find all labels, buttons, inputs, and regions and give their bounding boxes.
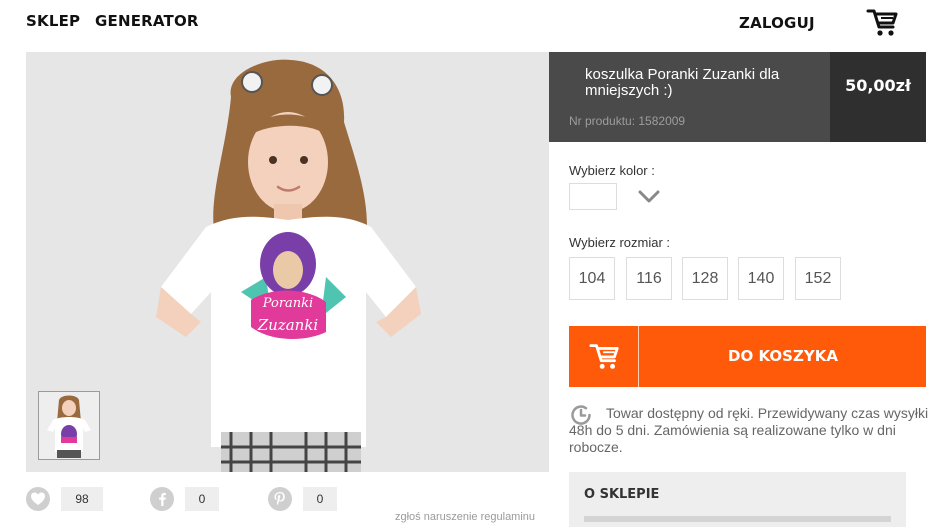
nav-generator-link[interactable]: GENERATOR [95,12,199,30]
nav-login-link[interactable]: ZALOGUJ [739,14,815,32]
size-option[interactable]: 140 [738,257,784,300]
print-text-2: Zuzanki [257,316,319,334]
sku-value: 1582009 [638,114,686,128]
top-nav: SKLEP GENERATOR ZALOGUJ [0,0,945,50]
size-option[interactable]: 116 [626,257,672,300]
color-swatch[interactable] [569,183,617,210]
print-text-1: Poranki [262,296,313,311]
add-to-cart-label: DO KOSZYKA [728,347,838,365]
product-thumbnail[interactable] [38,391,100,460]
product-title-box: koszulka Poranki Zuzanki dla mniejszych … [549,52,830,142]
product-sku: Nr produktu: 1582009 [569,114,685,128]
pinterest-count: 0 [303,487,337,511]
likes-count: 98 [61,487,103,511]
size-label: Wybierz rozmiar : [569,235,671,250]
availability-text: Towar dostępny od ręki. Przewidywany cza… [569,405,929,455]
add-to-cart-button[interactable]: DO KOSZYKA [569,326,926,387]
product-title: koszulka Poranki Zuzanki dla mniejszych … [585,66,780,99]
facebook-count: 0 [185,487,219,511]
price-box: 50,00zł [830,52,926,142]
size-option[interactable]: 128 [682,257,728,300]
product-price: 50,00zł [845,76,911,95]
size-option[interactable]: 152 [795,257,841,300]
cart-icon[interactable] [866,5,900,39]
color-label: Wybierz kolor : [569,163,655,178]
about-shop-title[interactable]: O SKLEPIE [584,487,659,502]
cart-icon [569,326,639,387]
pinterest-icon[interactable] [268,487,292,511]
about-divider [584,516,891,522]
facebook-icon[interactable] [150,487,174,511]
size-option[interactable]: 104 [569,257,615,300]
product-image[interactable]: Poranki Zuzanki [26,52,549,472]
nav-shop-link[interactable]: SKLEP [26,12,80,30]
chevron-down-icon[interactable] [638,189,660,205]
report-link[interactable]: zgłoś naruszenie regulaminu [395,511,535,523]
sku-label: Nr produktu: [569,114,636,128]
about-shop-section: O SKLEPIE [569,472,906,527]
heart-icon[interactable] [26,487,50,511]
